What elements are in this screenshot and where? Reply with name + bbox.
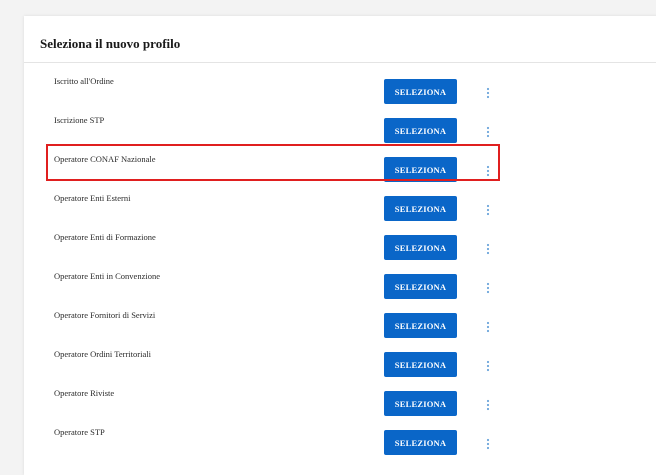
select-button[interactable]: SELEZIONA	[384, 430, 457, 455]
select-button[interactable]: SELEZIONA	[384, 391, 457, 416]
profile-label: Operatore Fornitori di Servizi	[54, 310, 156, 320]
profile-label: Operatore Enti di Formazione	[54, 232, 156, 242]
profile-row-iscritto-ordine: Iscritto all'Ordine SELEZIONA	[24, 74, 656, 113]
profile-row-operatore-riviste: Operatore Riviste SELEZIONA	[24, 386, 656, 425]
profile-row-operatore-conaf-nazionale: Operatore CONAF Nazionale SELEZIONA	[24, 152, 656, 191]
profile-row-operatore-stp: Operatore STP SELEZIONA	[24, 425, 656, 464]
profile-label: Operatore STP	[54, 427, 105, 437]
select-button[interactable]: SELEZIONA	[384, 79, 457, 104]
select-button[interactable]: SELEZIONA	[384, 157, 457, 182]
profile-label: Iscrizione STP	[54, 115, 105, 125]
profile-label: Operatore Enti Esterni	[54, 193, 131, 203]
select-button[interactable]: SELEZIONA	[384, 196, 457, 221]
profile-label: Operatore Enti in Convenzione	[54, 271, 160, 281]
more-vertical-icon[interactable]	[484, 163, 492, 179]
more-vertical-icon[interactable]	[484, 85, 492, 101]
profile-row-operatore-enti-esterni: Operatore Enti Esterni SELEZIONA	[24, 191, 656, 230]
select-button[interactable]: SELEZIONA	[384, 118, 457, 143]
profile-row-operatore-enti-convenzione: Operatore Enti in Convenzione SELEZIONA	[24, 269, 656, 308]
more-vertical-icon[interactable]	[484, 319, 492, 335]
more-vertical-icon[interactable]	[484, 124, 492, 140]
select-button[interactable]: SELEZIONA	[384, 352, 457, 377]
more-vertical-icon[interactable]	[484, 436, 492, 452]
select-button[interactable]: SELEZIONA	[384, 313, 457, 338]
more-vertical-icon[interactable]	[484, 241, 492, 257]
profile-row-iscrizione-stp: Iscrizione STP SELEZIONA	[24, 113, 656, 152]
more-vertical-icon[interactable]	[484, 397, 492, 413]
profile-label: Operatore CONAF Nazionale	[54, 154, 156, 164]
select-button[interactable]: SELEZIONA	[384, 274, 457, 299]
select-button[interactable]: SELEZIONA	[384, 235, 457, 260]
profile-list: Iscritto all'Ordine SELEZIONA Iscrizione…	[24, 16, 656, 475]
profile-label: Operatore Ordini Territoriali	[54, 349, 151, 359]
profile-row-operatore-ordini-territoriali: Operatore Ordini Territoriali SELEZIONA	[24, 347, 656, 386]
more-vertical-icon[interactable]	[484, 358, 492, 374]
profile-selection-card: Seleziona il nuovo profilo Iscritto all'…	[24, 16, 656, 475]
more-vertical-icon[interactable]	[484, 202, 492, 218]
profile-label: Iscritto all'Ordine	[54, 76, 114, 86]
profile-row-operatore-enti-formazione: Operatore Enti di Formazione SELEZIONA	[24, 230, 656, 269]
profile-row-operatore-fornitori-servizi: Operatore Fornitori di Servizi SELEZIONA	[24, 308, 656, 347]
profile-label: Operatore Riviste	[54, 388, 115, 398]
more-vertical-icon[interactable]	[484, 280, 492, 296]
